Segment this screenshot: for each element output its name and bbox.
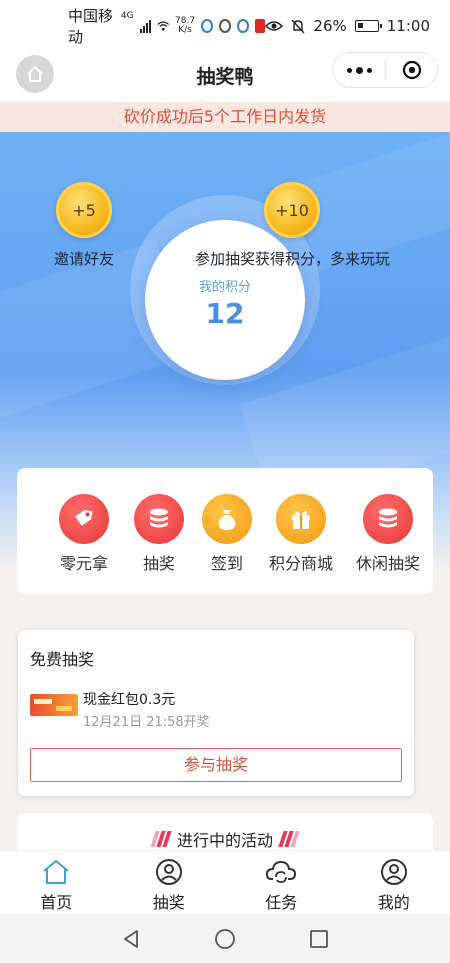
shortcut-label: 零元拿 [59, 554, 108, 573]
score-label: 我的积分 [198, 280, 251, 295]
recents-square-icon[interactable] [308, 928, 330, 950]
network-type: 4G [120, 11, 134, 21]
prize-name[interactable]: 现金红包0.3元 [83, 689, 175, 709]
shortcut-card: 零元拿 抽奖 签到 积分商城 休闲抽奖 [17, 468, 433, 594]
profile-icon [338, 857, 450, 887]
activities-heading: 进行中的活动 [17, 827, 433, 851]
user-circle-icon [113, 857, 226, 887]
join-lottery-button[interactable]: 参与抽奖 [30, 748, 402, 782]
battery-icon [354, 20, 382, 32]
tab-lottery[interactable]: 抽奖 [113, 851, 226, 914]
invite-coin[interactable]: +5 [56, 182, 112, 238]
wifi-icon [156, 21, 169, 31]
shortcut-casual-lottery[interactable]: 休闲抽奖 [340, 494, 436, 574]
tab-mine[interactable]: 我的 [338, 851, 450, 914]
notice-banner: 砍价成功后5个工作日内发货 [0, 102, 450, 132]
network-speed: 78.7 K/s [175, 17, 195, 35]
app-notification-icon [201, 19, 213, 33]
prize-thumbnail[interactable] [30, 694, 78, 716]
shortcut-label: 积分商城 [268, 554, 333, 573]
stripe-decoration-icon [150, 831, 172, 847]
shortcut-points-mall[interactable]: 积分商城 [253, 494, 349, 574]
stripe-decoration-icon [278, 831, 300, 847]
close-button[interactable] [386, 60, 437, 80]
signal-icon [139, 19, 151, 33]
lottery-points: +10 [275, 200, 309, 220]
lottery-coin[interactable]: +10 [264, 182, 320, 238]
tab-home[interactable]: 首页 [0, 851, 113, 914]
tab-label: 首页 [40, 893, 73, 912]
prize-draw-time: 12月21日 21:58开奖 [83, 715, 210, 730]
more-button[interactable] [333, 66, 385, 74]
coin-stack-icon [363, 494, 413, 544]
mute-bell-icon [291, 19, 305, 33]
more-dot-icon [346, 67, 352, 73]
tab-tasks[interactable]: 任务 [225, 851, 338, 914]
gift-icon [276, 494, 326, 544]
free-lottery-card: 免费抽奖 现金红包0.3元 12月21日 21:58开奖 参与抽奖 [18, 630, 414, 796]
cloud-refresh-icon [225, 857, 338, 887]
tab-bar: 首页 抽奖 任务 我的 [0, 850, 450, 914]
more-dot-icon [355, 66, 363, 74]
nav-bar: 抽奖鸭 [0, 52, 450, 102]
news-app-icon [254, 19, 266, 33]
speed-unit: K/s [178, 25, 192, 35]
shortcut-free-take[interactable]: 零元拿 [44, 494, 124, 574]
activities-title: 进行中的活动 [176, 831, 273, 850]
lottery-points-label: 参加抽奖获得积分，多来玩玩 [195, 250, 391, 268]
tag-icon [59, 494, 109, 544]
eye-icon [265, 21, 284, 31]
home-icon [0, 857, 113, 887]
free-lottery-title: 免费抽奖 [30, 650, 95, 669]
clock: 11:00 [386, 17, 430, 35]
status-bar: 中国移动 4G 78.7 K/s 26% 11:00 [0, 0, 450, 52]
shortcut-label: 休闲抽奖 [355, 554, 420, 573]
miniprogram-capsule [332, 52, 438, 88]
tab-label: 抽奖 [152, 893, 185, 912]
invite-points: +5 [72, 200, 96, 220]
score-value: 12 [205, 297, 245, 330]
invite-label[interactable]: 邀请好友 [54, 248, 114, 269]
carrier-name: 中国移动 [68, 7, 114, 46]
back-triangle-icon[interactable] [120, 928, 142, 950]
app-notification-icon [218, 19, 231, 33]
coin-stack-icon [134, 494, 184, 544]
battery-percent: 26% [313, 17, 347, 35]
tab-label: 任务 [265, 893, 298, 912]
money-bag-icon [202, 494, 252, 544]
home-circle-icon[interactable] [214, 928, 236, 950]
system-nav-bar [0, 914, 450, 963]
target-close-icon [402, 60, 421, 80]
app-notification-icon [236, 19, 249, 33]
tab-label: 我的 [377, 893, 410, 912]
more-dot-icon [366, 67, 372, 73]
my-score-circle[interactable]: 我的积分 12 [145, 220, 305, 380]
